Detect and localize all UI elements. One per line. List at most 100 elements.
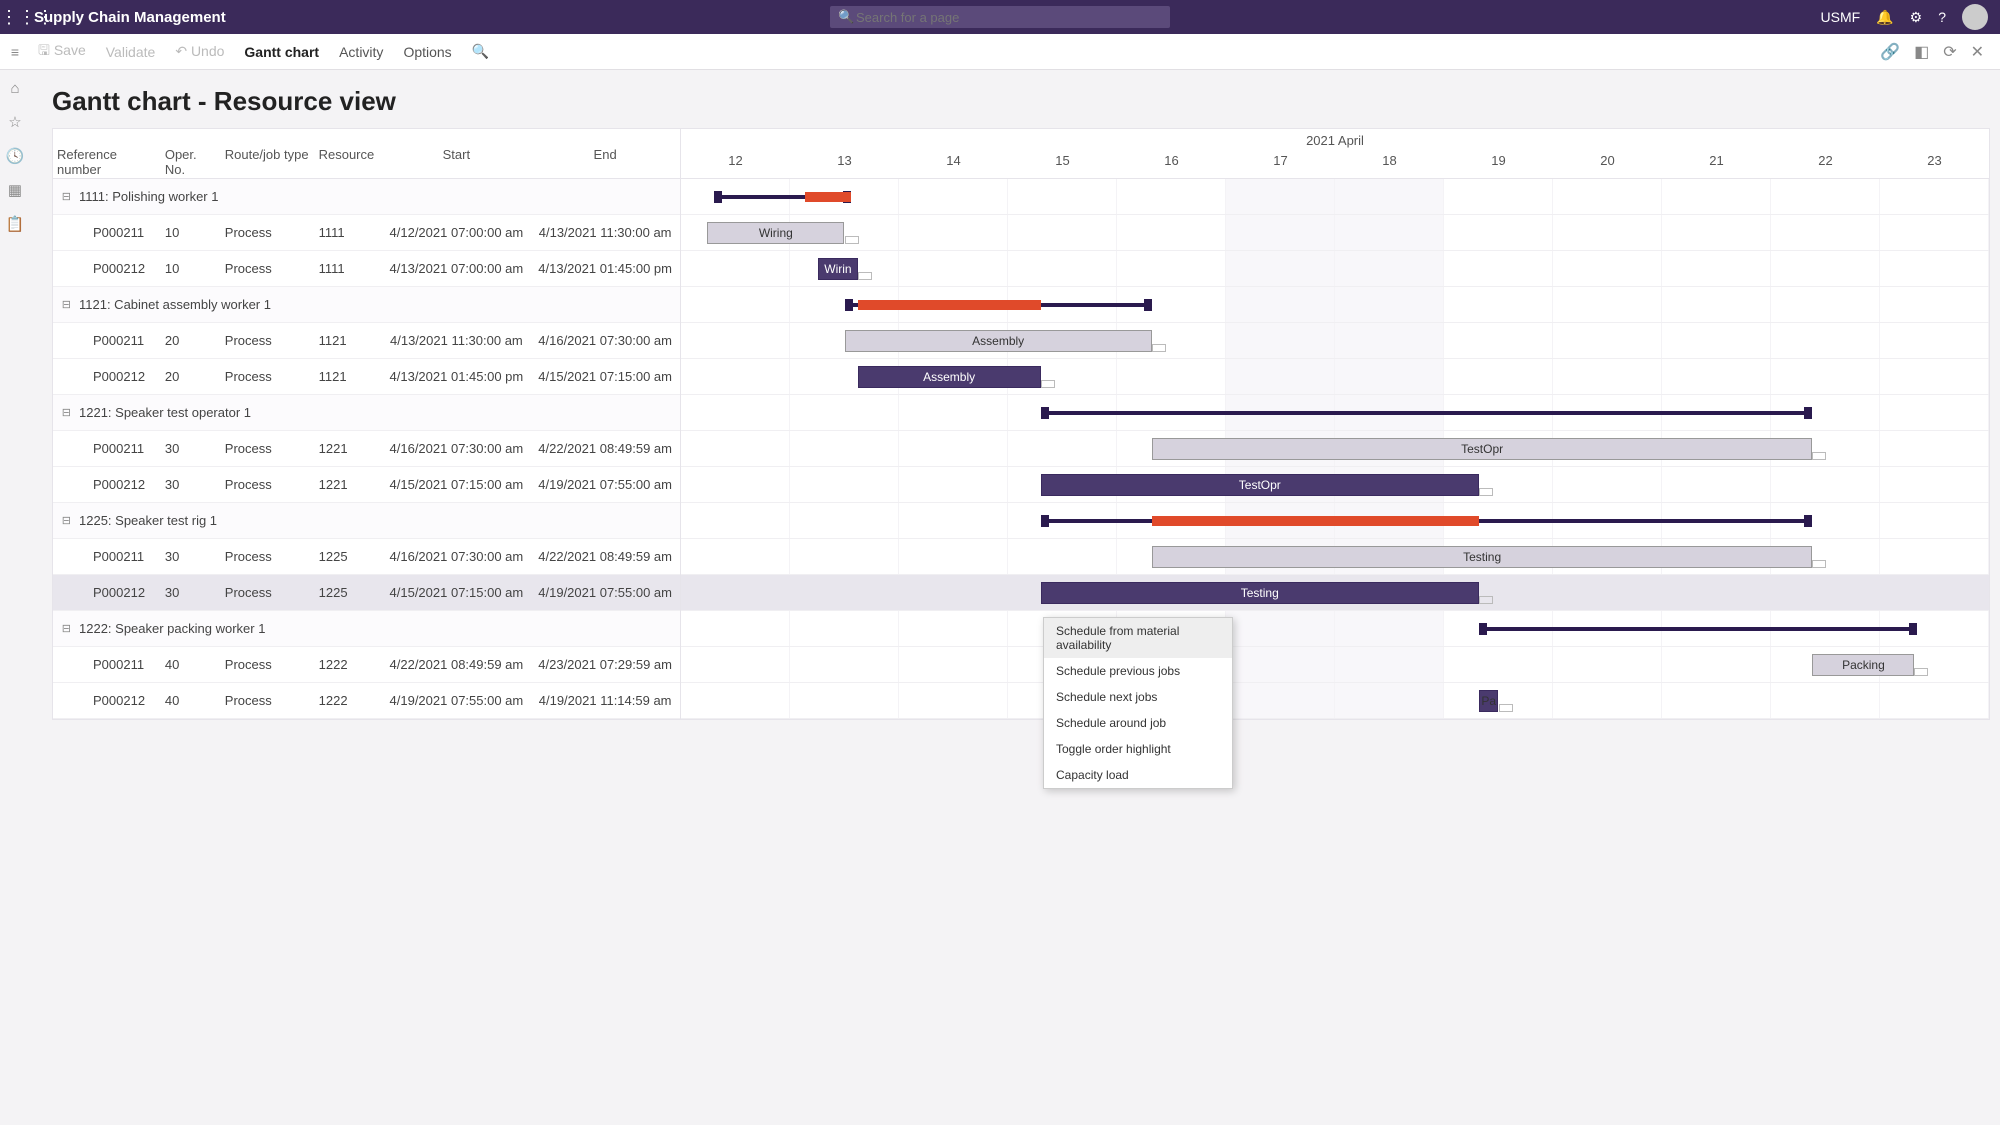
module-icon[interactable]: ▦: [8, 181, 22, 199]
gantt-bar[interactable]: Assembly: [845, 330, 1152, 352]
app-title: Supply Chain Management: [34, 9, 226, 26]
cell-oper-no: 20: [161, 369, 221, 384]
job-row[interactable]: P00021110Process11114/12/2021 07:00:00 a…: [53, 215, 680, 251]
timeline-row: TestOpr: [681, 467, 1989, 503]
cell-start: 4/16/2021 07:30:00 am: [383, 441, 531, 456]
popout-icon[interactable]: ◧: [1914, 42, 1929, 62]
context-menu-item[interactable]: Schedule next jobs: [1044, 684, 1232, 710]
undo-button[interactable]: ↶ Undo: [175, 43, 224, 60]
group-row[interactable]: ⊟1225: Speaker test rig 1: [53, 503, 680, 539]
cell-route-job-type: Process: [221, 261, 315, 276]
page-title: Gantt chart - Resource view: [0, 70, 2000, 129]
cell-oper-no: 30: [161, 477, 221, 492]
cell-end: 4/13/2021 11:30:00 am: [530, 225, 680, 240]
group-row[interactable]: ⊟1222: Speaker packing worker 1: [53, 611, 680, 647]
context-menu-item[interactable]: Toggle order highlight: [1044, 736, 1232, 762]
link-icon[interactable]: 🔗: [1880, 42, 1900, 62]
timeline-group-row: [681, 395, 1989, 431]
cell-start: 4/22/2021 08:49:59 am: [383, 657, 531, 672]
gantt-bar[interactable]: TestOpr: [1152, 438, 1813, 460]
job-row[interactable]: P00021130Process12254/16/2021 07:30:00 a…: [53, 539, 680, 575]
job-row[interactable]: P00021130Process12214/16/2021 07:30:00 a…: [53, 431, 680, 467]
gantt-bar[interactable]: Wirin: [818, 258, 857, 280]
timeline-row: Testing: [681, 575, 1989, 611]
star-icon[interactable]: ☆: [8, 113, 21, 131]
cell-resource: 1111: [315, 261, 383, 276]
hamburger-icon[interactable]: ≡: [0, 44, 30, 60]
job-row[interactable]: P00021230Process12254/15/2021 07:15:00 a…: [53, 575, 680, 611]
cell-reference-number: P000212: [93, 261, 161, 276]
connector-icon: [845, 236, 859, 244]
col-header-resource[interactable]: Resource: [315, 129, 383, 178]
company-code[interactable]: USMF: [1821, 9, 1861, 25]
col-header-end[interactable]: End: [530, 129, 680, 178]
validate-button[interactable]: Validate: [106, 44, 156, 60]
cell-oper-no: 30: [161, 441, 221, 456]
context-menu-item[interactable]: Schedule from material availability: [1044, 618, 1232, 658]
cell-oper-no: 10: [161, 225, 221, 240]
recent-icon[interactable]: 🕓: [6, 147, 25, 165]
collapse-icon[interactable]: ⊟: [53, 298, 75, 311]
connector-icon: [1812, 452, 1826, 460]
context-menu-item[interactable]: Schedule around job: [1044, 710, 1232, 736]
gantt-bar[interactable]: Assembly: [858, 366, 1041, 388]
timeline-month: 2021 April: [681, 129, 1989, 153]
context-menu[interactable]: Schedule from material availabilitySched…: [1043, 617, 1233, 789]
summary-bar: [1479, 627, 1917, 631]
connector-icon: [858, 272, 872, 280]
home-icon[interactable]: ⌂: [10, 80, 19, 97]
group-row[interactable]: ⊟1221: Speaker test operator 1: [53, 395, 680, 431]
gantt-bar[interactable]: Testing: [1152, 546, 1813, 568]
close-icon[interactable]: ✕: [1971, 42, 1984, 62]
col-header-reference-number[interactable]: Reference number: [53, 129, 161, 178]
find-icon[interactable]: 🔍: [472, 43, 489, 60]
cell-resource: 1222: [315, 657, 383, 672]
cell-oper-no: 30: [161, 585, 221, 600]
collapse-icon[interactable]: ⊟: [53, 622, 75, 635]
collapse-icon[interactable]: ⊟: [53, 190, 75, 203]
col-header-oper-no[interactable]: Oper. No.: [161, 129, 221, 178]
job-row[interactable]: P00021220Process11214/13/2021 01:45:00 p…: [53, 359, 680, 395]
connector-icon: [1914, 668, 1928, 676]
timeline-row: Assembly: [681, 359, 1989, 395]
timeline-row: Assembly: [681, 323, 1989, 359]
group-label: 1222: Speaker packing worker 1: [75, 621, 269, 636]
group-row[interactable]: ⊟1121: Cabinet assembly worker 1: [53, 287, 680, 323]
avatar[interactable]: [1962, 4, 1988, 30]
gantt-bar[interactable]: Packing: [1812, 654, 1914, 676]
collapse-icon[interactable]: ⊟: [53, 514, 75, 527]
col-header-start[interactable]: Start: [382, 129, 530, 178]
gantt-bar[interactable]: TestOpr: [1041, 474, 1479, 496]
tab-gantt-chart[interactable]: Gantt chart: [244, 44, 319, 60]
cell-route-job-type: Process: [221, 333, 315, 348]
overload-segment: [858, 300, 1041, 310]
job-row[interactable]: P00021240Process12224/19/2021 07:55:00 a…: [53, 683, 680, 719]
waffle-icon[interactable]: ⋮⋮⋮: [0, 7, 34, 28]
connector-icon: [1479, 488, 1493, 496]
group-row[interactable]: ⊟1111: Polishing worker 1: [53, 179, 680, 215]
job-row[interactable]: P00021120Process11214/13/2021 11:30:00 a…: [53, 323, 680, 359]
col-header-route-job-type[interactable]: Route/job type: [221, 129, 315, 178]
tab-options[interactable]: Options: [403, 44, 451, 60]
context-menu-item[interactable]: Schedule previous jobs: [1044, 658, 1232, 684]
bell-icon[interactable]: 🔔: [1876, 9, 1893, 26]
gantt-bar[interactable]: Wiring: [707, 222, 844, 244]
connector-icon: [1041, 380, 1055, 388]
collapse-icon[interactable]: ⊟: [53, 406, 75, 419]
timeline-row: TestOpr: [681, 431, 1989, 467]
tab-activity[interactable]: Activity: [339, 44, 383, 60]
search-input[interactable]: [830, 6, 1170, 28]
job-row[interactable]: P00021210Process11114/13/2021 07:00:00 a…: [53, 251, 680, 287]
job-row[interactable]: P00021230Process12214/15/2021 07:15:00 a…: [53, 467, 680, 503]
gantt-bar[interactable]: Testing: [1041, 582, 1479, 604]
job-row[interactable]: P00021140Process12224/22/2021 08:49:59 a…: [53, 647, 680, 683]
gantt-bar[interactable]: Pa: [1479, 690, 1499, 712]
day-label: 19: [1444, 153, 1553, 168]
context-menu-item[interactable]: Capacity load: [1044, 762, 1232, 788]
refresh-icon[interactable]: ⟳: [1943, 42, 1956, 62]
help-icon[interactable]: ?: [1938, 9, 1946, 25]
save-button[interactable]: 🖫 Save: [38, 40, 86, 64]
gear-icon[interactable]: ⚙: [1910, 9, 1923, 26]
list-icon[interactable]: 📋: [6, 215, 25, 233]
cell-start: 4/13/2021 11:30:00 am: [383, 333, 531, 348]
